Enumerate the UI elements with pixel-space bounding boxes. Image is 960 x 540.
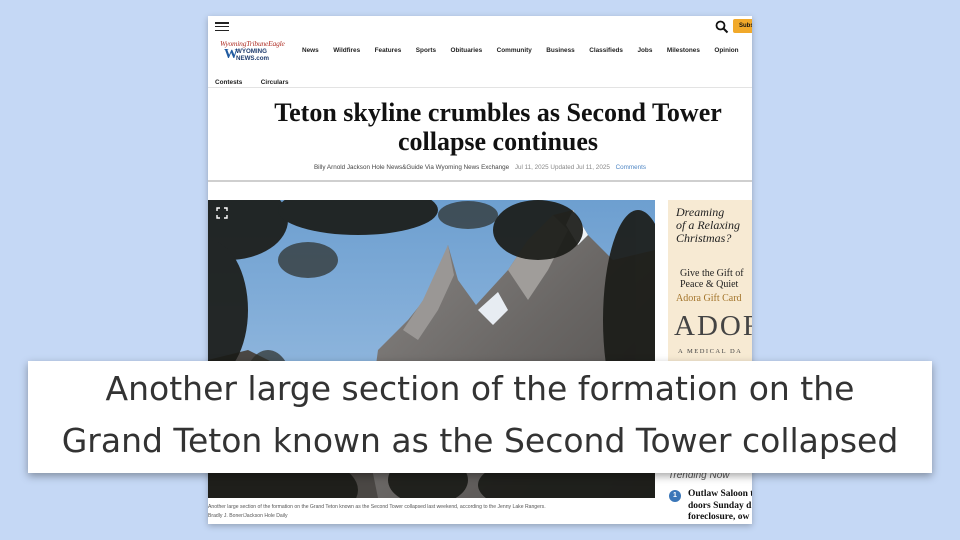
- nav-community[interactable]: Community: [497, 47, 532, 54]
- ad-brand: ADOR: [674, 310, 752, 342]
- zoom-caption-line-2: Grand Teton known as the Second Tower co…: [61, 421, 899, 460]
- nav-classifieds[interactable]: Classifieds: [589, 47, 623, 54]
- ad-gift-card: Adora Gift Card: [676, 293, 742, 304]
- photo-credit: Bradly J. Boner/Jackson Hole Daily: [208, 513, 288, 519]
- ad-tagline: A MEDICAL DA: [678, 348, 743, 355]
- nav-obituaries[interactable]: Obituaries: [451, 47, 483, 54]
- article-headline: Teton skyline crumbles as Second Tower c…: [274, 98, 722, 156]
- nav-jobs[interactable]: Jobs: [637, 47, 652, 54]
- logo-wyoming-news: WYOMING NEWS.com: [236, 48, 270, 62]
- byline-author: Billy Arnold Jackson Hole News&Guide Via…: [313, 164, 510, 171]
- top-bar: Subscribe: [208, 16, 752, 38]
- ad-script-text: Dreaming of a Relaxing Christmas?: [676, 205, 740, 245]
- comments-link[interactable]: Comments: [616, 164, 646, 171]
- search-icon[interactable]: [715, 20, 729, 34]
- nav-wildfires[interactable]: Wildfires: [333, 47, 360, 54]
- nav-divider: [208, 87, 752, 88]
- nav-news[interactable]: News: [302, 47, 319, 54]
- article-byline: Billy Arnold Jackson Hole News&Guide Via…: [208, 164, 752, 171]
- menu-icon[interactable]: [215, 22, 229, 32]
- headline-divider: [208, 180, 752, 182]
- trending-number-badge: 1: [669, 490, 681, 502]
- site-logo[interactable]: WyomingTribuneEagle W WYOMING NEWS.com: [220, 40, 290, 62]
- nav-contests[interactable]: Contests: [215, 79, 242, 86]
- trending-item-title[interactable]: Outlaw Saloon t doors Sunday d foreclosu…: [688, 489, 752, 524]
- nav-opinion[interactable]: Opinion: [714, 47, 738, 54]
- zoom-caption-line-1: Another large section of the formation o…: [105, 369, 855, 408]
- photo-caption: Another large section of the formation o…: [208, 503, 655, 521]
- zoomed-caption-overlay: Another large section of the formation o…: [28, 361, 932, 473]
- expand-icon[interactable]: [215, 206, 229, 220]
- nav-sports[interactable]: Sports: [416, 47, 436, 54]
- main-nav: News Wildfires Features Sports Obituarie…: [302, 47, 752, 54]
- byline-dates: Jul 11, 2025 Updated Jul 11, 2025: [514, 164, 610, 171]
- subscribe-button[interactable]: Subscribe: [733, 19, 752, 33]
- nav-milestones[interactable]: Milestones: [667, 47, 700, 54]
- nav-features[interactable]: Features: [375, 47, 402, 54]
- nav-business[interactable]: Business: [546, 47, 574, 54]
- nav-circulars[interactable]: Circulars: [261, 79, 289, 86]
- ad-gift-text: Give the Gift of Peace & Quiet: [680, 268, 744, 290]
- caption-text: Another large section of the formation o…: [208, 504, 546, 510]
- adora-advertisement[interactable]: Dreaming of a Relaxing Christmas? Give t…: [668, 200, 752, 362]
